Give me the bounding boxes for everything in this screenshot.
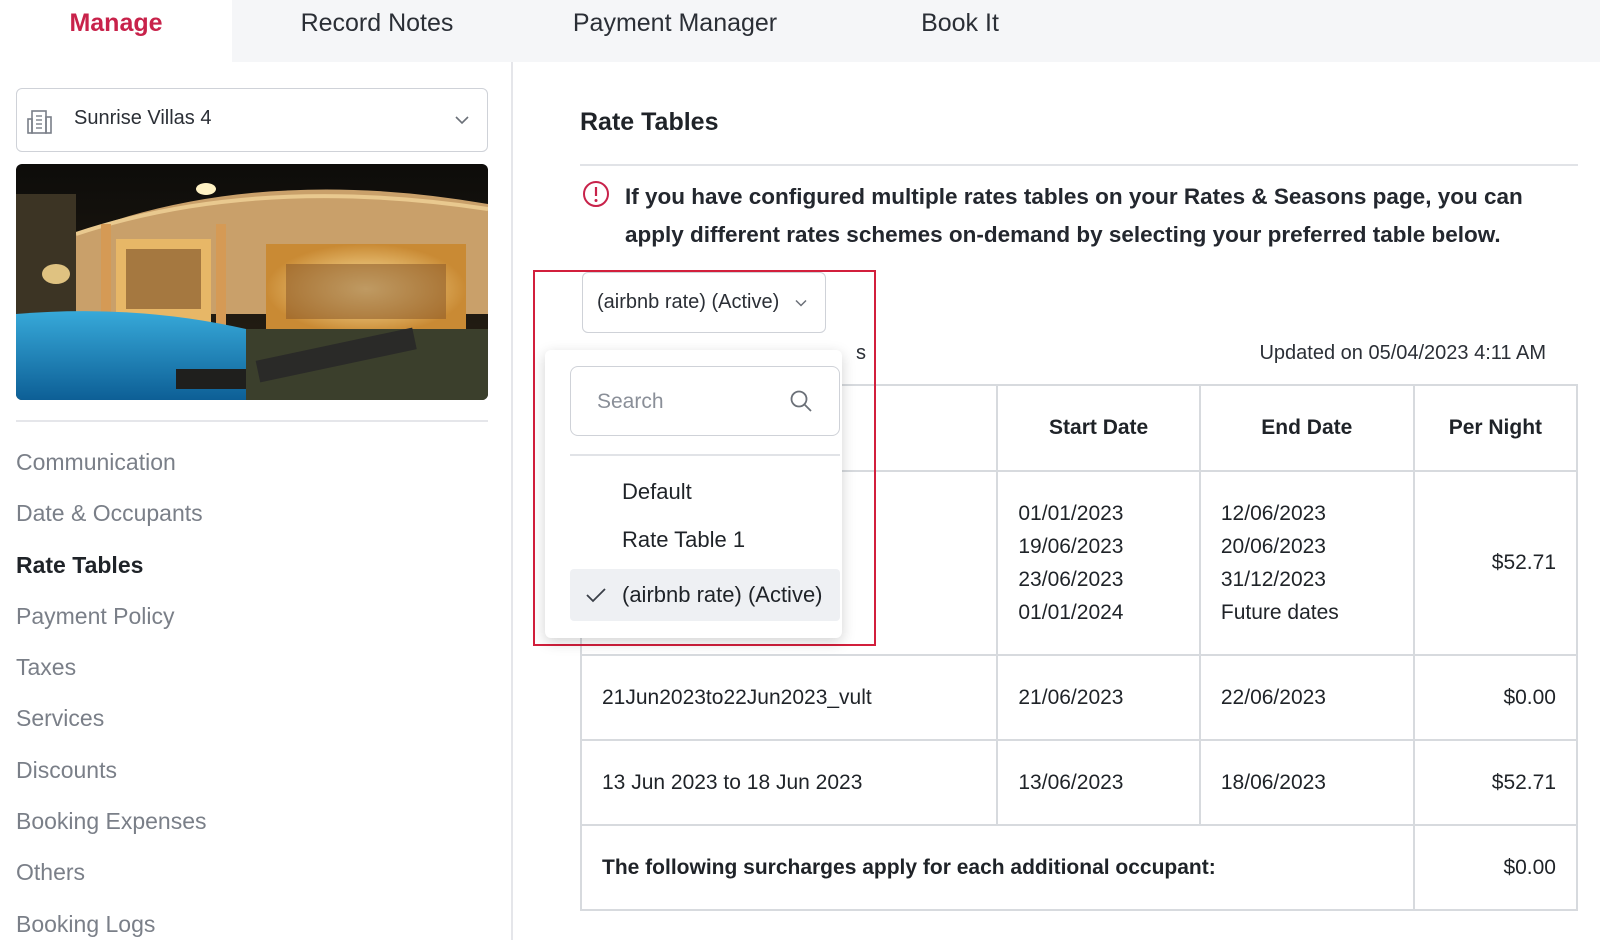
row-start-date: 13/06/2023 — [996, 739, 1201, 826]
tab-payment-manager[interactable]: Payment Manager — [540, 0, 810, 62]
property-photo — [16, 164, 488, 400]
chevron-down-icon — [455, 116, 469, 125]
row-end-date: 18/06/2023 — [1198, 739, 1415, 826]
row-name: 21Jun2023to22Jun2023_vult — [579, 654, 999, 741]
sidebar-item-rate-tables[interactable]: Rate Tables — [16, 545, 207, 596]
property-name: Sunrise Villas 4 — [74, 107, 212, 129]
tab-book-it[interactable]: Book It — [890, 0, 1030, 62]
sidebar-item-services[interactable]: Services — [16, 698, 207, 749]
row-per-night: $52.71 — [1412, 739, 1579, 826]
updated-timestamp: Updated on 05/04/2023 4:11 AM — [1259, 342, 1546, 364]
row-start-date: 21/06/2023 — [996, 654, 1201, 741]
title-divider — [580, 164, 1578, 166]
sidebar-divider — [16, 420, 488, 422]
sidebar-item-others[interactable]: Others — [16, 852, 207, 903]
sidebar-item-taxes[interactable]: Taxes — [16, 647, 207, 698]
surcharge-label: The following surcharges apply for each … — [580, 824, 1415, 911]
dropdown-option-default[interactable]: Default — [570, 466, 840, 518]
dropdown-option-label: (airbnb rate) (Active) — [622, 582, 823, 607]
sidebar-item-communication[interactable]: Communication — [16, 442, 207, 493]
start-date: 01/01/2023 — [1018, 502, 1124, 525]
property-select[interactable]: Sunrise Villas 4 — [16, 88, 488, 152]
row-end-dates: 12/06/2023 20/06/2023 31/12/2023 Future … — [1198, 470, 1415, 656]
surcharge-row: The following surcharges apply for each … — [580, 824, 1579, 911]
chevron-down-icon — [795, 299, 807, 307]
row-start-dates: 01/01/2023 19/06/2023 23/06/2023 01/01/2… — [996, 470, 1201, 656]
check-icon — [586, 588, 606, 603]
end-date: Future dates — [1220, 601, 1339, 624]
row-end-date: 22/06/2023 — [1198, 654, 1415, 741]
header-per-night: Per Night — [1412, 384, 1579, 472]
building-icon — [27, 110, 52, 134]
sidebar: Sunrise Villas 4 Communication Date & Oc… — [0, 62, 513, 940]
sidebar-item-discounts[interactable]: Discounts — [16, 750, 207, 801]
row-name: 13 Jun 2023 to 18 Jun 2023 — [579, 739, 999, 826]
surcharge-value: $0.00 — [1412, 824, 1579, 911]
start-date: 01/01/2024 — [1018, 601, 1124, 624]
sidebar-item-booking-logs[interactable]: Booking Logs — [16, 904, 207, 940]
tab-record-notes[interactable]: Record Notes — [262, 0, 492, 62]
table-row: 13 Jun 2023 to 18 Jun 2023 13/06/2023 18… — [579, 739, 1579, 826]
rate-table-select[interactable]: (airbnb rate) (Active) — [582, 272, 826, 333]
end-date: 20/06/2023 — [1220, 535, 1326, 558]
sidebar-item-payment-policy[interactable]: Payment Policy — [16, 596, 207, 647]
end-date: 12/06/2023 — [1220, 502, 1326, 525]
info-message: If you have configured multiple rates ta… — [625, 184, 1523, 247]
tab-manage[interactable]: Manage — [0, 0, 232, 62]
sidebar-item-date-occupants[interactable]: Date & Occupants — [16, 493, 207, 544]
search-icon — [790, 390, 812, 412]
sidebar-item-booking-expenses[interactable]: Booking Expenses — [16, 801, 207, 852]
header-start-date: Start Date — [996, 384, 1201, 472]
header-end-date: End Date — [1198, 384, 1415, 472]
rate-table-select-value: (airbnb rate) (Active) — [597, 291, 780, 313]
row-per-night: $0.00 — [1412, 654, 1579, 741]
dropdown-search-box — [570, 366, 840, 436]
dropdown-option-airbnb-rate[interactable]: (airbnb rate) (Active) — [570, 569, 840, 621]
dropdown-divider — [570, 454, 840, 456]
start-date: 19/06/2023 — [1018, 535, 1124, 558]
rate-table-dropdown-menu: Default Rate Table 1 (airbnb rate) (Acti… — [545, 350, 842, 638]
dropdown-option-rate-table-1[interactable]: Rate Table 1 — [570, 514, 840, 566]
dropdown-search-input[interactable] — [597, 387, 777, 417]
table-row: 21Jun2023to22Jun2023_vult 21/06/2023 22/… — [579, 654, 1579, 741]
end-date: 31/12/2023 — [1220, 568, 1326, 591]
page-title: Rate Tables — [580, 108, 719, 136]
top-tab-bar: Manage Record Notes Payment Manager Book… — [0, 0, 1600, 62]
sidebar-nav: Communication Date & Occupants Rate Tabl… — [16, 442, 207, 940]
row-per-night: $52.71 — [1412, 470, 1579, 656]
info-icon — [583, 181, 609, 207]
start-date: 23/06/2023 — [1018, 568, 1124, 591]
